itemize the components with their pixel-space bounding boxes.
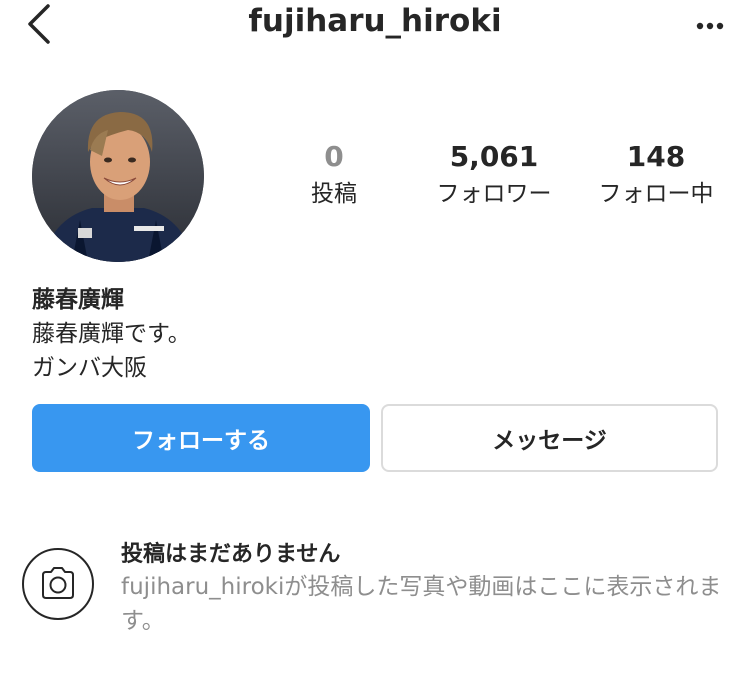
posts-stat[interactable]: 0 投稿 xyxy=(298,140,370,212)
more-options-button[interactable] xyxy=(688,8,732,44)
profile-avatar[interactable] xyxy=(32,90,204,262)
ellipsis-horizontal-icon xyxy=(696,22,724,30)
empty-posts-badge xyxy=(22,548,94,620)
following-count: 148 xyxy=(626,140,686,173)
profile-screen: fujiharu_hiroki 0 投稿 5,061 フォロワー 148 フォロ… xyxy=(0,0,750,688)
message-button[interactable]: メッセージ xyxy=(381,404,718,472)
empty-state-description: fujiharu_hirokiが投稿した写真や動画はここに表示されます。 xyxy=(121,574,722,634)
avatar-photo xyxy=(32,90,204,262)
camera-icon xyxy=(42,567,74,599)
followers-label: フォロワー xyxy=(436,181,552,207)
bio-line: 藤春廣輝です。 xyxy=(32,321,191,347)
followers-count: 5,061 xyxy=(449,140,539,173)
display-name: 藤春廣輝 xyxy=(32,287,124,313)
profile-username: fujiharu_hiroki xyxy=(248,3,502,39)
posts-label: 投稿 xyxy=(311,181,357,207)
bio-line: ガンバ大阪 xyxy=(32,355,147,381)
followers-stat[interactable]: 5,061 フォロワー xyxy=(422,140,566,212)
following-stat[interactable]: 148 フォロー中 xyxy=(584,140,728,212)
chevron-left-icon xyxy=(28,4,50,44)
posts-count: 0 xyxy=(324,140,344,173)
following-label: フォロー中 xyxy=(598,181,714,207)
follow-button[interactable]: フォローする xyxy=(32,404,370,472)
back-button[interactable] xyxy=(22,0,62,48)
empty-state-title: 投稿はまだありません xyxy=(121,542,341,567)
